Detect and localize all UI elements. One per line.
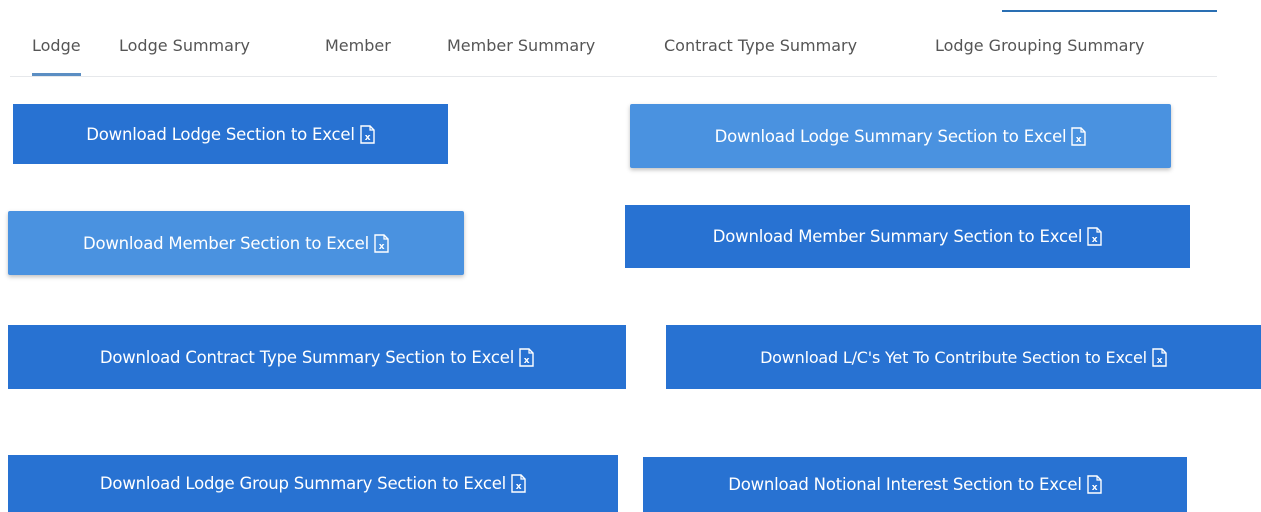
svg-text:x: x: [516, 482, 522, 492]
svg-text:x: x: [524, 356, 530, 366]
download-contract-type-summary-label: Download Contract Type Summary Section t…: [99, 347, 515, 367]
download-lodge-group-summary-button[interactable]: Download Lodge Group Summary Section to …: [8, 455, 618, 512]
tab-member-summary[interactable]: Member Summary: [447, 36, 595, 76]
svg-text:x: x: [1092, 235, 1098, 245]
excel-file-icon: x: [374, 233, 389, 253]
tab-contract-type-summary[interactable]: Contract Type Summary: [664, 36, 857, 76]
download-lodge-button[interactable]: Download Lodge Section to Excel x: [13, 104, 448, 164]
download-contract-type-summary-button[interactable]: Download Contract Type Summary Section t…: [8, 325, 626, 389]
excel-file-icon: x: [1087, 475, 1102, 494]
download-member-summary-label: Download Member Summary Section to Excel: [712, 227, 1083, 246]
excel-file-icon: x: [1152, 347, 1167, 367]
tab-lodge-summary[interactable]: Lodge Summary: [119, 36, 250, 76]
export-page: Lodge Lodge Summary Member Member Summar…: [0, 0, 1261, 512]
download-lodge-summary-button[interactable]: Download Lodge Summary Section to Excel …: [630, 104, 1171, 168]
download-member-button[interactable]: Download Member Section to Excel x: [8, 211, 464, 275]
svg-text:x: x: [1157, 356, 1163, 366]
svg-text:x: x: [364, 133, 370, 143]
top-accent-bar: [1002, 10, 1217, 12]
excel-file-icon: x: [1087, 227, 1102, 246]
download-lodge-label: Download Lodge Section to Excel: [86, 124, 355, 144]
download-lodge-group-summary-label: Download Lodge Group Summary Section to …: [99, 474, 507, 493]
svg-text:x: x: [1076, 135, 1082, 145]
tab-lodge[interactable]: Lodge: [32, 36, 81, 76]
download-notional-interest-label: Download Notional Interest Section to Ex…: [728, 475, 1082, 494]
svg-text:x: x: [1091, 483, 1097, 493]
download-member-label: Download Member Section to Excel: [82, 233, 370, 253]
svg-text:x: x: [379, 242, 385, 252]
download-lc-yet-to-contribute-label: Download L/C's Yet To Contribute Section…: [760, 347, 1147, 367]
download-lodge-summary-label: Download Lodge Summary Section to Excel: [714, 126, 1067, 146]
tab-member[interactable]: Member: [325, 36, 391, 76]
section-tabs: Lodge Lodge Summary Member Member Summar…: [10, 26, 1217, 77]
excel-file-icon: x: [511, 474, 526, 493]
download-notional-interest-button[interactable]: Download Notional Interest Section to Ex…: [643, 457, 1187, 512]
excel-file-icon: x: [519, 347, 534, 367]
excel-file-icon: x: [360, 124, 375, 144]
download-lc-yet-to-contribute-button[interactable]: Download L/C's Yet To Contribute Section…: [666, 325, 1261, 389]
tab-lodge-grouping-summary[interactable]: Lodge Grouping Summary: [935, 36, 1145, 76]
excel-file-icon: x: [1071, 126, 1087, 146]
download-member-summary-button[interactable]: Download Member Summary Section to Excel…: [625, 205, 1190, 268]
